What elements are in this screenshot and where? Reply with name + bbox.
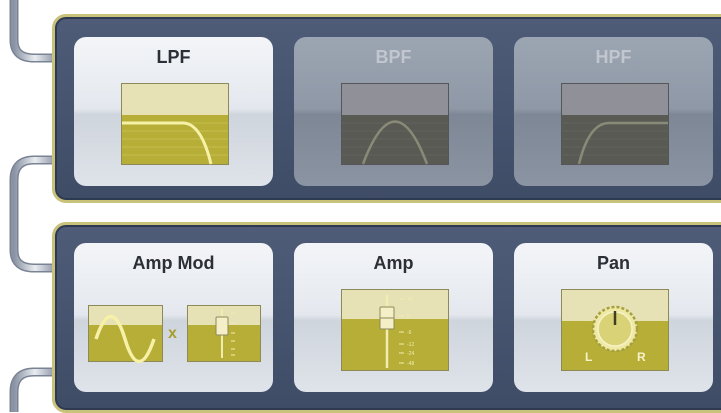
bpf-label: BPF	[375, 47, 412, 67]
hpf-label: HPF	[595, 47, 632, 67]
amp-scale-label: -6	[407, 330, 412, 336]
modulation-panel: Amp Mod x Amp +6 0 -6 -12 -24 -48 Pan L …	[52, 222, 721, 413]
pan-left-label: L	[585, 350, 592, 364]
amp-mod-button[interactable]: Amp Mod x	[74, 243, 273, 392]
filter-panel: LPF BPF HPF	[52, 14, 721, 203]
amp-scale-label: -12	[407, 342, 414, 348]
lpf-button[interactable]: LPF	[74, 37, 273, 186]
amp-scale-label: -24	[407, 351, 414, 357]
sine-wave-icon	[88, 305, 163, 363]
bpf-button[interactable]: BPF	[294, 37, 493, 186]
connector-tube	[9, 0, 60, 412]
multiply-sign: x	[168, 325, 177, 342]
amp-label: Amp	[373, 253, 414, 273]
highpass-curve-icon	[561, 83, 669, 165]
lowpass-curve-icon	[121, 83, 229, 165]
lpf-label: LPF	[156, 47, 191, 67]
amp-scale-label: +6	[407, 297, 413, 303]
amp-scale-label: 0	[407, 314, 410, 320]
volume-fader-icon: +6 0 -6 -12 -24 -48	[341, 289, 449, 371]
pan-label: Pan	[596, 253, 630, 273]
hpf-button[interactable]: HPF	[514, 37, 713, 186]
amp-mod-label: Amp Mod	[132, 253, 215, 273]
pan-knob-icon: L R	[561, 289, 669, 371]
fader-icon	[187, 305, 261, 362]
bandpass-curve-icon	[341, 83, 449, 165]
amp-scale-label: -48	[407, 361, 414, 367]
pan-button[interactable]: Pan L R	[514, 243, 713, 392]
amp-button[interactable]: Amp +6 0 -6 -12 -24 -48	[294, 243, 493, 392]
pan-right-label: R	[637, 350, 646, 364]
